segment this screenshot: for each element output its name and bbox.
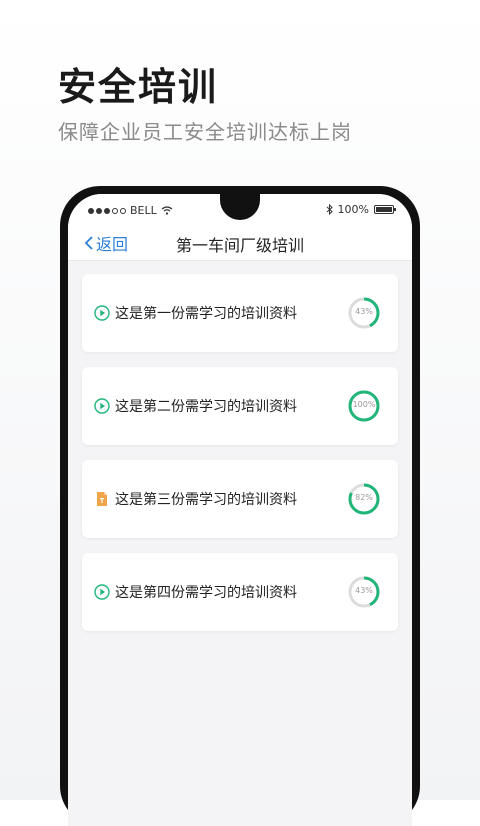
material-title: 这是第一份需学习的培训资料 [115,306,297,322]
progress-label: 100% [352,400,376,409]
carrier-label: BELL [130,204,157,217]
play-icon [94,305,110,321]
phone-frame: BELL 100% 返回 第一车间厂级培训 这是第一份需学习的培训资料 43% … [60,186,420,826]
signal-dots-icon [88,207,126,214]
material-card[interactable]: 这是第四份需学习的培训资料 43% [82,553,398,631]
material-title: 这是第二份需学习的培训资料 [115,399,297,415]
material-title: 这是第三份需学习的培训资料 [115,492,297,508]
nav-bar: 返回 第一车间厂级培训 [68,224,412,261]
material-list: 这是第一份需学习的培训资料 43% 这是第二份需学习的培训资料 100% 这是第… [82,274,398,646]
hero-subtitle: 保障企业员工安全培训达标上岗 [58,120,352,144]
phone-screen: BELL 100% 返回 第一车间厂级培训 这是第一份需学习的培训资料 43% … [68,194,412,826]
progress-label: 43% [355,586,373,595]
material-title: 这是第四份需学习的培训资料 [115,585,297,601]
status-right: 100% [326,203,396,216]
material-card[interactable]: 这是第三份需学习的培训资料 82% [82,460,398,538]
material-card[interactable]: 这是第二份需学习的培训资料 100% [82,367,398,445]
battery-percent: 100% [337,203,369,216]
play-icon [94,398,110,414]
page-title: 第一车间厂级培训 [175,236,304,255]
status-bar: BELL 100% [68,194,412,224]
material-card[interactable]: 这是第一份需学习的培训资料 43% [82,274,398,352]
battery-icon [374,205,396,214]
progress-label: 43% [355,307,373,316]
progress-ring: 43% [348,297,380,329]
play-icon [94,584,110,600]
bluetooth-icon [326,204,333,215]
camera-notch [220,194,260,220]
progress-label: 82% [355,493,373,502]
document-icon [97,492,107,506]
status-left: BELL [88,204,173,217]
hero-title: 安全培训 [58,65,219,109]
progress-ring: 43% [348,576,380,608]
wifi-icon [161,206,173,215]
progress-ring: 100% [348,390,380,422]
progress-ring: 82% [348,483,380,515]
